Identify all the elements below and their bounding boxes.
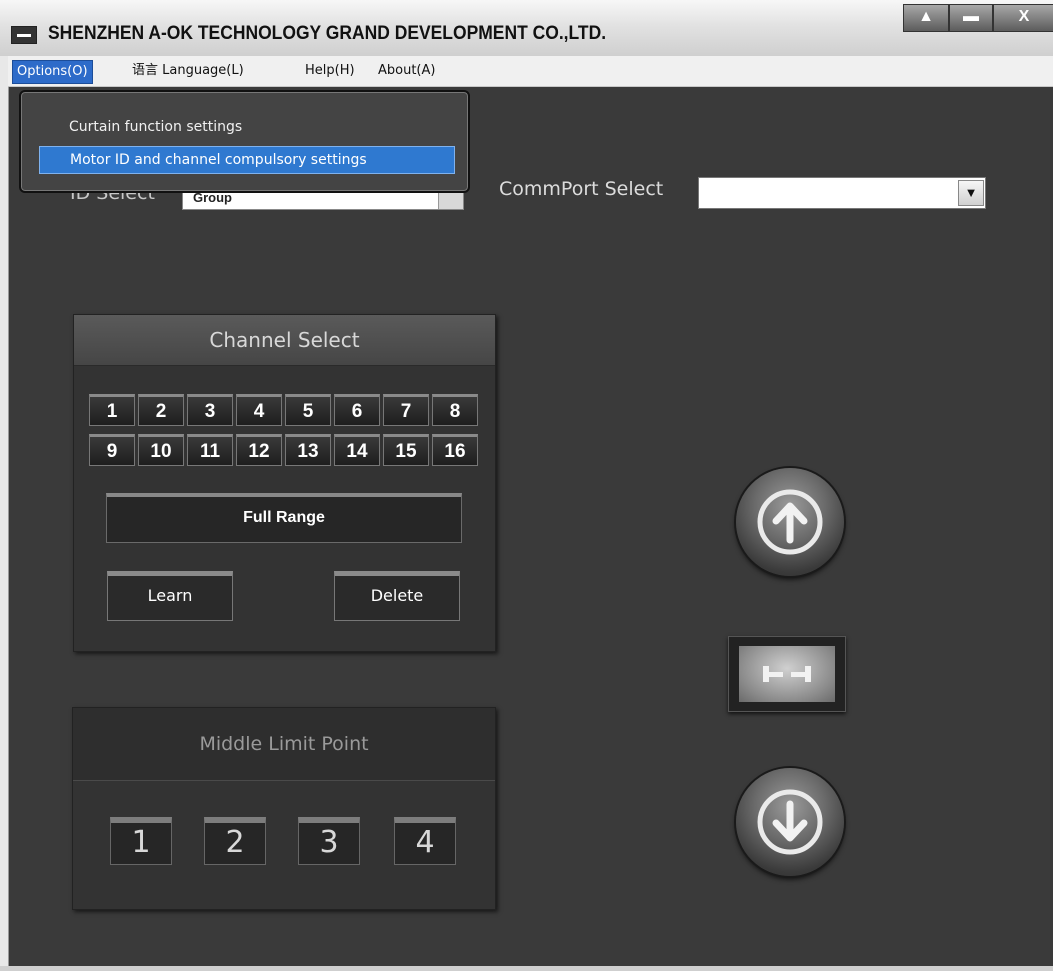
menu-about[interactable]: About(A) (374, 60, 439, 82)
app-window: SHENZHEN A-OK TECHNOLOGY GRAND DEVELOPME… (0, 0, 1053, 971)
channel-button-9[interactable]: 9 (89, 434, 135, 466)
channel-button-12[interactable]: 12 (236, 434, 282, 466)
arrow-up-icon (757, 489, 823, 555)
stop-button[interactable] (728, 636, 846, 712)
channel-button-6[interactable]: 6 (334, 394, 380, 426)
channel-button-3[interactable]: 3 (187, 394, 233, 426)
channel-select-panel: Channel Select 1 2 3 4 5 6 7 8 9 10 11 1… (73, 314, 496, 652)
channel-button-7[interactable]: 7 (383, 394, 429, 426)
close-button[interactable]: X (993, 4, 1053, 32)
channel-button-2[interactable]: 2 (138, 394, 184, 426)
middle-limit-panel: Middle Limit Point 1 2 3 4 (72, 707, 496, 910)
arrow-down-icon (757, 789, 823, 855)
full-range-button[interactable]: Full Range (106, 493, 462, 543)
restore-button[interactable]: ▲ (903, 4, 949, 32)
chevron-down-icon[interactable]: ▼ (958, 180, 984, 206)
channel-button-13[interactable]: 13 (285, 434, 331, 466)
up-button[interactable] (736, 468, 844, 576)
learn-button[interactable]: Learn (107, 571, 233, 621)
channel-button-4[interactable]: 4 (236, 394, 282, 426)
commport-select[interactable]: ▼ (698, 177, 986, 209)
menu-language[interactable]: 语言 Language(L) (128, 60, 248, 82)
delete-button[interactable]: Delete (334, 571, 460, 621)
title-bar: SHENZHEN A-OK TECHNOLOGY GRAND DEVELOPME… (0, 0, 1053, 57)
channel-button-5[interactable]: 5 (285, 394, 331, 426)
limit-point-button-3[interactable]: 3 (298, 817, 360, 865)
menu-bar: Options(O) 语言 Language(L) Help(H) About(… (8, 56, 1053, 87)
system-menu-icon[interactable] (11, 26, 37, 44)
channel-button-15[interactable]: 15 (383, 434, 429, 466)
channel-button-10[interactable]: 10 (138, 434, 184, 466)
down-button[interactable] (736, 768, 844, 876)
options-dropdown-menu: Curtain function settings Motor ID and c… (19, 90, 470, 193)
channel-button-1[interactable]: 1 (89, 394, 135, 426)
stop-button-face (739, 646, 835, 702)
minimize-button[interactable]: ▬ (949, 4, 993, 32)
middle-limit-title: Middle Limit Point (73, 708, 495, 781)
channel-button-14[interactable]: 14 (334, 434, 380, 466)
channel-button-16[interactable]: 16 (432, 434, 478, 466)
menu-item-curtain-function-settings[interactable]: Curtain function settings (39, 114, 453, 140)
channel-button-8[interactable]: 8 (432, 394, 478, 426)
menu-help[interactable]: Help(H) (301, 60, 359, 82)
menu-options[interactable]: Options(O) (12, 60, 93, 84)
channel-select-title: Channel Select (74, 315, 495, 366)
limit-point-button-2[interactable]: 2 (204, 817, 266, 865)
window-left-border (0, 56, 9, 971)
commport-label: CommPort Select (499, 178, 664, 200)
menu-item-motor-id-channel-settings[interactable]: Motor ID and channel compulsory settings (39, 146, 455, 174)
stop-icon (763, 666, 811, 682)
window-title: SHENZHEN A-OK TECHNOLOGY GRAND DEVELOPME… (48, 23, 607, 44)
channel-button-11[interactable]: 11 (187, 434, 233, 466)
window-bottom-border (0, 966, 1053, 971)
limit-point-button-1[interactable]: 1 (110, 817, 172, 865)
limit-point-button-4[interactable]: 4 (394, 817, 456, 865)
